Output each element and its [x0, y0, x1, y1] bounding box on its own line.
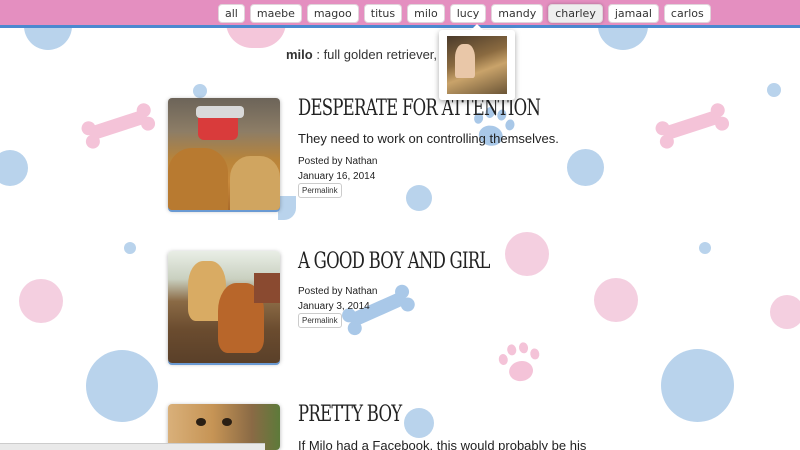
decor-dot	[770, 295, 800, 329]
post-author: Posted by Nathan	[298, 156, 378, 167]
post-meta: Posted by Nathan January 3, 2014	[298, 284, 378, 314]
tag-list: all maebe magoo titus milo lucy mandy ch…	[218, 4, 711, 23]
post-image[interactable]	[168, 98, 280, 210]
decor-dot	[406, 185, 432, 211]
tag-magoo[interactable]: magoo	[306, 4, 359, 23]
permalink-button[interactable]: Permalink	[298, 183, 342, 198]
post-date: January 3, 2014	[298, 301, 370, 312]
tag-lucy[interactable]: lucy	[449, 4, 487, 23]
decor-dot	[404, 408, 434, 438]
post-title[interactable]: PRETTY BOY	[298, 402, 402, 427]
post-title[interactable]: A GOOD BOY AND GIRL	[298, 249, 490, 274]
tag-jamaal[interactable]: jamaal	[607, 4, 659, 23]
decor-dot	[594, 278, 638, 322]
intro-description: : full golden retriever, ab	[312, 47, 456, 62]
decor-dot	[767, 83, 781, 97]
intro-text: milo : full golden retriever, ab	[286, 47, 455, 62]
tag-milo[interactable]: milo	[407, 4, 445, 23]
post-image[interactable]	[168, 251, 280, 363]
decor-dot	[661, 349, 734, 422]
decor-dot	[193, 84, 207, 98]
post-meta: Posted by Nathan January 16, 2014	[298, 154, 378, 184]
post-author: Posted by Nathan	[298, 286, 378, 297]
decor-dot	[699, 242, 711, 254]
paw-print-icon	[495, 339, 548, 390]
browser-status-bar	[0, 443, 265, 450]
decor-dot	[567, 149, 604, 186]
preview-thumbnail[interactable]	[447, 36, 507, 94]
post-body: If Milo had a Facebook, this would proba…	[298, 438, 587, 450]
tag-maebe[interactable]: maebe	[249, 4, 302, 23]
tag-mandy[interactable]: mandy	[491, 4, 544, 23]
post-body: They need to work on controlling themsel…	[298, 131, 559, 146]
tag-charley[interactable]: charley	[548, 4, 603, 23]
tag-titus[interactable]: titus	[363, 4, 403, 23]
decor-dot	[19, 279, 63, 323]
decor-dot	[86, 350, 158, 422]
decor-dot	[124, 242, 136, 254]
top-nav-bar: all maebe magoo titus milo lucy mandy ch…	[0, 0, 800, 28]
bone-icon	[87, 109, 149, 141]
permalink-button[interactable]: Permalink	[298, 313, 342, 328]
tag-carlos[interactable]: carlos	[663, 4, 711, 23]
intro-name: milo	[286, 47, 313, 62]
tag-preview-popup	[439, 24, 515, 100]
decor-dot	[0, 150, 28, 186]
tag-all[interactable]: all	[218, 4, 245, 23]
post-date: January 16, 2014	[298, 171, 376, 182]
decor-shape	[278, 196, 296, 220]
decor-dot	[505, 232, 549, 276]
bone-icon	[661, 109, 723, 141]
